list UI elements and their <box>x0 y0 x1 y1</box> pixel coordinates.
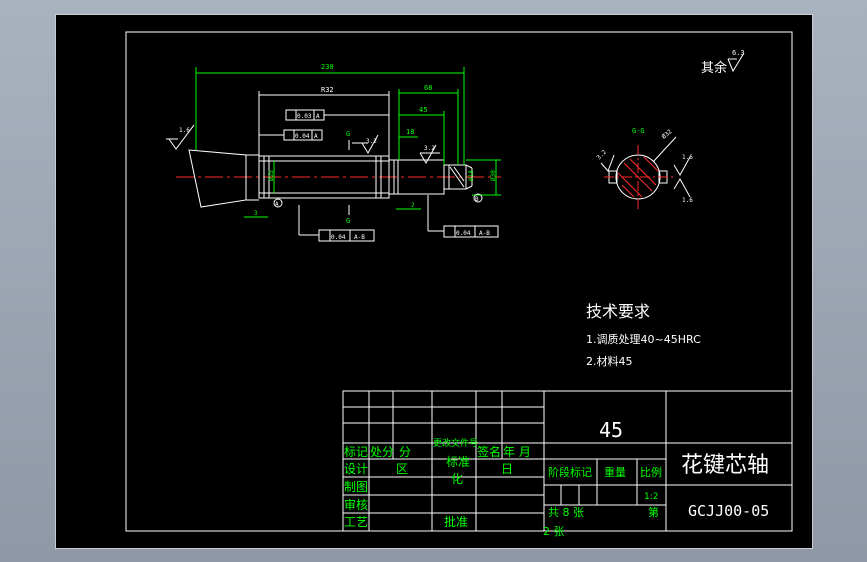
tol-top-value: 0.03 <box>297 113 312 120</box>
section-rough-3: 3.2 <box>595 148 608 161</box>
label-stage: 阶段标记 <box>548 465 592 479</box>
tol-mid-value: 0.04 <box>295 133 310 140</box>
dim-small-step-label: 3 <box>254 210 258 217</box>
label-scale: 比例 <box>640 465 662 479</box>
tol-top-datum: A <box>316 113 320 120</box>
label-standard-2: 化 <box>451 472 463 486</box>
label-date: 年 月 <box>503 445 531 459</box>
section-view <box>604 145 674 209</box>
drawing-canvas: 其余 6.3 230 R32 68 45 18 0.03 A 0.04 A 1.… <box>125 31 793 538</box>
dim-step-label: 18 <box>406 128 414 136</box>
label-draw: 制图 <box>344 480 368 494</box>
cad-viewport[interactable]: 其余 6.3 230 R32 68 45 18 0.03 A 0.04 A 1.… <box>55 14 813 549</box>
section-rough-1: 1.6 <box>682 154 693 161</box>
dim-key-length-label: 45 <box>419 106 427 114</box>
tol-bottom-left-datum: A-B <box>354 234 365 241</box>
title-drawing-number: GCJJ00-05 <box>688 502 769 520</box>
roughness-note: 其余 <box>701 60 727 76</box>
dim-bottom-steps <box>244 208 421 218</box>
dim-total-length-label: 230 <box>321 63 334 71</box>
label-sheet-count: 2 张 <box>543 525 565 538</box>
dim-spline-length <box>258 91 390 156</box>
roughness-value: 6.3 <box>732 49 745 57</box>
label-change-doc: 更改文件号 <box>433 437 478 449</box>
label-sheet-no: 第 <box>648 505 659 519</box>
label-check: 审核 <box>344 497 368 512</box>
datum-a-label: A <box>275 201 279 208</box>
roughness-mid-value: 3.2 <box>366 138 377 145</box>
tol-bottom-right-value: 0.04 <box>456 230 471 237</box>
tech-title: 技术要求 <box>586 302 650 321</box>
section-rough-2: 1.6 <box>682 197 693 204</box>
dim-diameter-end-label: Ø18 <box>468 170 475 181</box>
tol-mid-datum: A <box>314 133 318 140</box>
label-sheets-total: 共 8 张 <box>548 506 584 519</box>
tol-frame-mid <box>259 129 323 141</box>
tech-line-1: 1.调质处理40~45HRC <box>586 333 701 346</box>
section-dia-label: Ø32 <box>661 128 674 141</box>
label-designer: 设计 <box>344 462 368 476</box>
section-label-top: G <box>346 130 350 138</box>
roughness-left-value: 1.6 <box>179 127 190 134</box>
dim-spline-length-label: R32 <box>321 86 334 94</box>
label-approve: 批准 <box>444 514 468 529</box>
label-weight: 重量 <box>604 465 626 479</box>
title-labels-left: 标记 处分 分 更改文件号 签名 年 月 设计 区 标准 化 日 制图 审核 工… <box>344 437 531 529</box>
dim-right-section <box>398 89 459 165</box>
roughness-right-value: 3.2 <box>424 145 435 152</box>
label-day: 日 <box>501 462 513 476</box>
title-material: 45 <box>599 418 623 442</box>
label-signature: 签名 <box>477 444 501 459</box>
label-standard: 标准 <box>446 455 470 469</box>
shaft-left-taper <box>188 149 259 208</box>
tol-bottom-right-datum: A-B <box>479 230 490 237</box>
tol-bottom-left-value: 0.04 <box>331 234 346 241</box>
section-roughness-icons <box>600 154 691 198</box>
dim-diameter-right-label: Ø30 <box>490 170 497 181</box>
dim-diameter-main-label: Ø25 <box>268 170 275 181</box>
title-part-name: 花键芯轴 <box>681 453 769 478</box>
section-title: G-G <box>632 127 645 135</box>
tech-line-2: 2.材料45 <box>586 354 633 368</box>
label-district: 区 <box>396 462 408 476</box>
label-process: 工艺 <box>344 515 368 529</box>
dim-gap-right-label: 2 <box>411 202 415 209</box>
label-division: 处分 <box>370 445 394 459</box>
label-mark: 标记 <box>344 445 368 459</box>
dim-right-section-label: 68 <box>424 84 432 92</box>
scale-value: 1:2 <box>644 492 658 502</box>
label-sub: 分 <box>399 445 411 459</box>
section-label-bottom: G <box>346 217 350 225</box>
datum-b-label: B <box>475 196 479 203</box>
